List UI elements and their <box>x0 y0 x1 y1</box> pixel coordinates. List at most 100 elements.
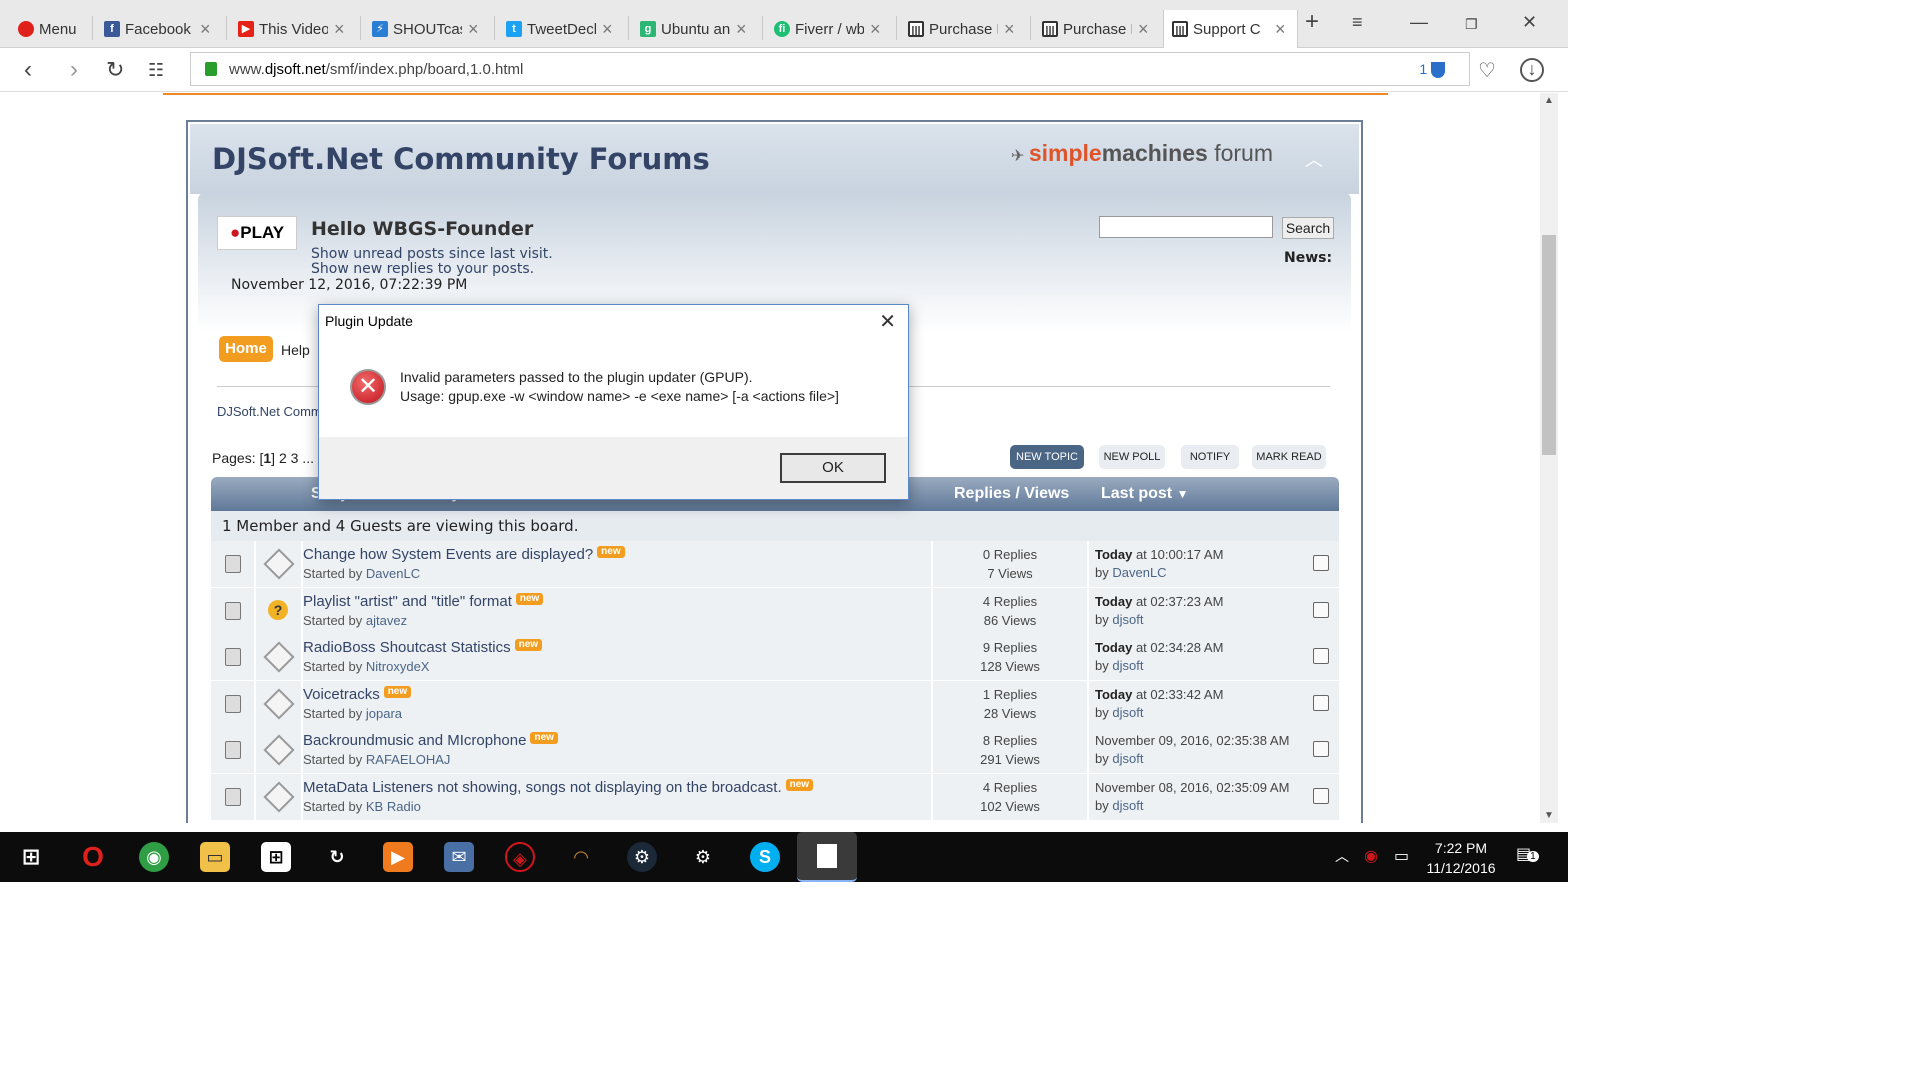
tab-purchase-2[interactable]: ||| Purchase R × <box>1034 10 1160 48</box>
new-poll-button[interactable]: NEW POLL <box>1099 445 1165 469</box>
mail-app-icon[interactable]: ✉ <box>444 842 474 872</box>
last-post-icon[interactable] <box>1313 787 1329 804</box>
tab-fiverr[interactable]: fi Fiverr / wb × <box>766 10 892 48</box>
new-replies-link[interactable]: Show new replies to your posts. <box>311 261 534 277</box>
skype-icon[interactable]: S <box>750 842 780 872</box>
last-poster-link[interactable]: djsoft <box>1112 751 1143 766</box>
smf-logo[interactable]: ✈ simplemachines forum <box>1011 140 1273 167</box>
tray-expand-icon[interactable]: ︿ <box>1335 846 1349 866</box>
file-explorer-icon[interactable]: ▭ <box>200 842 230 872</box>
last-post-icon[interactable] <box>1313 648 1329 664</box>
mark-read-button[interactable]: MARK READ <box>1252 445 1326 469</box>
chrome-taskbar-icon[interactable]: ◉ <box>139 842 169 872</box>
active-app-icon[interactable] <box>797 832 857 882</box>
topic-starter-link[interactable]: DavenLC <box>366 566 420 581</box>
last-post-column-header[interactable]: Last post ▼ <box>1101 485 1188 503</box>
close-icon[interactable]: × <box>870 19 884 40</box>
page-links[interactable]: ] 2 3 ... <box>271 450 314 466</box>
topic-subject-link[interactable]: Playlist "artist" and "title" format <box>303 593 512 610</box>
media-player-icon[interactable]: ▶ <box>383 842 413 872</box>
replies-views-column-header[interactable]: Replies / Views <box>954 485 1069 503</box>
tab-purchase-1[interactable]: ||| Purchase R × <box>900 10 1026 48</box>
topic-starter-link[interactable]: RAFAELOHAJ <box>366 752 451 767</box>
forward-icon[interactable]: › <box>70 56 78 84</box>
notify-button[interactable]: NOTIFY <box>1181 445 1239 469</box>
browser-menu-button[interactable]: Menu <box>10 10 90 48</box>
new-topic-button[interactable]: NEW TOPIC <box>1010 445 1084 469</box>
new-badge[interactable]: new <box>515 592 544 605</box>
topic-subject-link[interactable]: RadioBoss Shoutcast Statistics <box>303 639 511 656</box>
topic-starter-link[interactable]: ajtavez <box>366 613 407 628</box>
nav-help-link[interactable]: Help <box>281 342 310 358</box>
tray-antivirus-icon[interactable]: ◉ <box>1364 846 1378 866</box>
breadcrumb[interactable]: DJSoft.Net Comm <box>217 404 322 419</box>
back-icon[interactable]: ‹ <box>24 56 32 84</box>
notification-center-icon[interactable]: ▤1 <box>1516 844 1539 864</box>
last-post-icon[interactable] <box>1313 555 1329 571</box>
last-post-icon[interactable] <box>1313 601 1329 618</box>
tab-support[interactable]: ||| Support C × <box>1163 10 1298 48</box>
page-scrollbar[interactable]: ▲ ▼ <box>1540 93 1558 823</box>
topic-subject-link[interactable]: Voicetracks <box>303 686 380 703</box>
dialog-close-button[interactable]: ✕ <box>879 309 896 334</box>
topic-starter-link[interactable]: NitroxydeX <box>366 659 430 674</box>
antivirus-icon[interactable]: ◈ <box>505 842 535 872</box>
tab-video[interactable]: ▶ This Video × <box>230 10 356 48</box>
tab-facebook[interactable]: f Facebook × <box>96 10 222 48</box>
speed-dial-icon[interactable]: ☷ <box>148 60 164 81</box>
tab-ubuntu[interactable]: g Ubuntu an × <box>632 10 758 48</box>
topic-starter-link[interactable]: jopara <box>366 706 402 721</box>
store-icon[interactable]: ⊞ <box>261 842 291 872</box>
window-close-icon[interactable]: ✕ <box>1522 12 1537 33</box>
unread-posts-link[interactable]: Show unread posts since last visit. <box>311 246 553 262</box>
new-badge[interactable]: new <box>597 546 625 558</box>
close-icon[interactable]: × <box>736 19 750 40</box>
last-poster-link[interactable]: djsoft <box>1112 658 1143 673</box>
close-icon[interactable]: × <box>602 19 616 40</box>
taskbar-clock[interactable]: 7:22 PM 11/12/2016 <box>1422 838 1500 878</box>
scrollbar-thumb[interactable] <box>1542 235 1556 455</box>
refresh-app-icon[interactable]: ↻ <box>322 842 352 872</box>
url-field[interactable]: www. djsoft.net/smf/index.php/board,1.0.h… <box>190 52 1470 86</box>
new-tab-icon[interactable]: + <box>1305 8 1319 36</box>
topic-subject-link[interactable]: Backroundmusic and MIcrophone <box>303 732 526 749</box>
topic-subject-link[interactable]: MetaData Listeners not showing, songs no… <box>303 779 782 796</box>
nav-home-button[interactable]: Home <box>219 336 273 362</box>
close-icon[interactable]: × <box>1004 19 1018 40</box>
new-badge[interactable]: new <box>514 639 543 651</box>
steam-icon[interactable]: ⚙ <box>627 842 657 872</box>
heart-icon[interactable]: ♡ <box>1478 58 1496 83</box>
topic-starter-link[interactable]: KB Radio <box>366 799 421 814</box>
close-icon[interactable]: × <box>334 19 348 40</box>
shield-badge[interactable]: 1 <box>1419 61 1445 79</box>
search-button[interactable]: Search <box>1282 217 1334 239</box>
download-icon[interactable]: ↓ <box>1520 58 1544 82</box>
network-icon[interactable]: ▭ <box>1394 846 1409 866</box>
minimize-icon[interactable]: — <box>1410 12 1428 33</box>
collapse-icon[interactable]: ︿ <box>1305 146 1323 172</box>
settings-icon[interactable]: ⚙ <box>688 842 718 872</box>
last-poster-link[interactable]: djsoft <box>1112 705 1143 720</box>
last-poster-link[interactable]: DavenLC <box>1112 565 1166 580</box>
new-badge[interactable]: new <box>383 685 412 698</box>
radio-app-icon[interactable]: ◠ <box>566 842 596 872</box>
new-badge[interactable]: new <box>530 732 558 744</box>
close-icon[interactable]: × <box>1275 19 1289 40</box>
opera-taskbar-icon[interactable]: O <box>78 842 108 872</box>
windows-start-icon[interactable]: ⊞ <box>16 842 46 872</box>
restore-icon[interactable]: ❐ <box>1465 16 1478 33</box>
topic-subject-link[interactable]: Change how System Events are displayed? <box>303 546 593 563</box>
tab-tweetdeck[interactable]: t TweetDeck × <box>498 10 624 48</box>
close-icon[interactable]: × <box>1138 19 1152 40</box>
close-icon[interactable]: × <box>468 19 482 40</box>
close-icon[interactable]: × <box>200 19 214 40</box>
last-poster-link[interactable]: djsoft <box>1112 612 1143 627</box>
search-input[interactable] <box>1099 216 1273 238</box>
last-poster-link[interactable]: djsoft <box>1112 798 1143 813</box>
last-post-icon[interactable] <box>1313 694 1329 711</box>
ok-button[interactable]: OK <box>780 453 886 483</box>
tab-shoutcast[interactable]: ⚡ SHOUTcast × <box>364 10 490 48</box>
last-post-icon[interactable] <box>1313 741 1329 757</box>
new-badge[interactable]: new <box>785 778 814 791</box>
tab-menu-icon[interactable]: ≡ <box>1352 12 1363 33</box>
